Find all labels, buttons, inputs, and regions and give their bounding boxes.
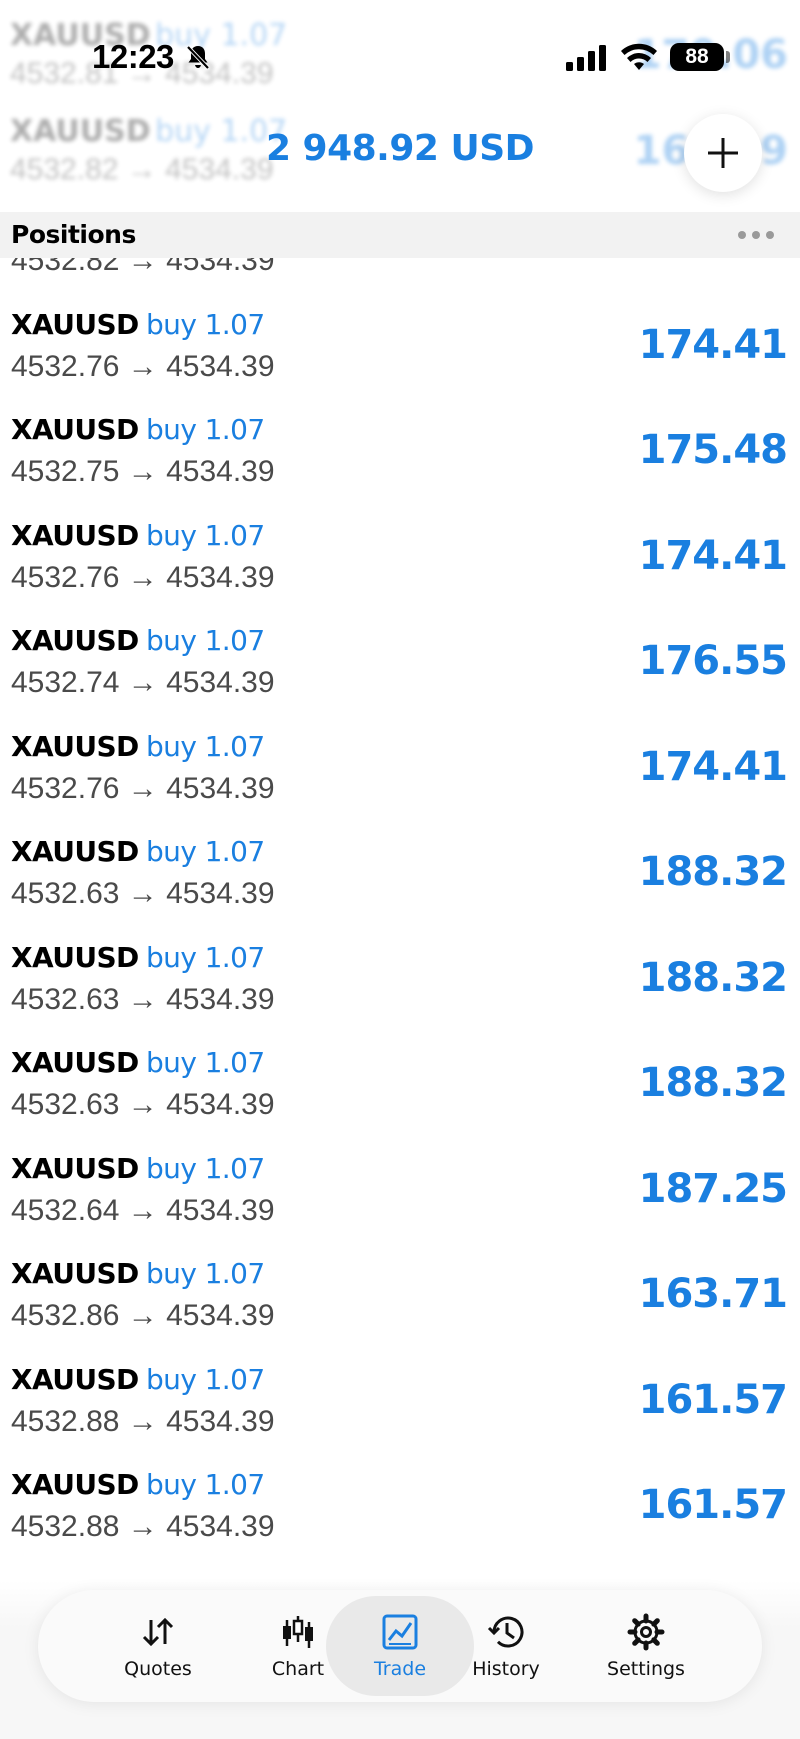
tab-quotes[interactable]: Quotes xyxy=(88,1590,228,1702)
candlestick-icon xyxy=(283,1616,313,1648)
position-symbol: XAUUSD xyxy=(11,413,139,446)
position-side-volume: buy 1.07 xyxy=(146,624,265,657)
position-prices: 4532.64 → 4534.39 xyxy=(11,1193,275,1227)
position-row[interactable]: XAUUSD buy 1.07 4532.86 → 4534.39 163.71 xyxy=(0,1249,800,1354)
position-row[interactable]: XAUUSD buy 1.07 4532.63 → 4534.39 188.32 xyxy=(0,1038,800,1143)
bell-muted-icon xyxy=(186,45,210,70)
more-options-icon[interactable] xyxy=(736,226,776,244)
position-prices: 4532.88 → 4534.39 xyxy=(11,1510,275,1543)
tab-settings[interactable]: Settings xyxy=(576,1590,716,1702)
position-profit: 163.71 xyxy=(638,1271,788,1317)
position-symbol: XAUUSD xyxy=(11,518,139,552)
position-profit: 161.57 xyxy=(638,1376,788,1423)
positions-section-header: Positions xyxy=(0,212,800,258)
section-title: Positions xyxy=(11,220,136,249)
position-profit: 188.32 xyxy=(638,954,788,1001)
status-bar: 12:23 88 xyxy=(0,0,800,112)
trade-chart-icon xyxy=(382,1614,418,1650)
position-row[interactable]: XAUUSD buy 1.07 4532.63 → 4534.39 188.32 xyxy=(0,827,800,932)
account-balance: 2 948.92 USD xyxy=(265,128,535,169)
position-side-volume: buy 1.07 xyxy=(146,940,265,974)
position-prices: 4532.88 → 4534.39 xyxy=(11,1404,275,1438)
position-side-volume: buy 1.07 xyxy=(146,1468,265,1501)
position-row[interactable]: XAUUSD buy 1.07 4532.76 → 4534.39 174.41 xyxy=(0,511,800,616)
bottom-tab-bar: Quotes Chart Trade History Settings xyxy=(38,1590,762,1702)
position-side-volume: buy 1.07 xyxy=(146,835,265,868)
position-row[interactable]: XAUUSD buy 1.07 4532.88 → 4534.39 161.57 xyxy=(0,1460,800,1565)
position-profit: 175.48 xyxy=(638,427,788,473)
quotes-arrows-icon xyxy=(142,1617,174,1647)
position-profit: 174.41 xyxy=(638,321,788,368)
position-prices: 4532.63 → 4534.39 xyxy=(11,982,275,1016)
position-prices: 4532.74 → 4534.39 xyxy=(11,666,275,699)
position-side-volume: buy 1.07 xyxy=(146,518,265,552)
position-symbol: XAUUSD xyxy=(11,729,139,763)
battery-tip xyxy=(726,51,730,63)
position-profit: 188.32 xyxy=(638,849,788,895)
position-symbol: XAUUSD xyxy=(11,1362,139,1396)
position-profit: 161.57 xyxy=(638,1482,788,1528)
position-row[interactable]: XAUUSD buy 1.07 4532.76 → 4534.39 174.41 xyxy=(0,300,800,405)
position-prices: 4532.63 → 4534.39 xyxy=(11,877,275,910)
history-clock-icon xyxy=(487,1616,524,1648)
tab-label: Quotes xyxy=(124,1658,192,1680)
new-order-button[interactable] xyxy=(684,114,762,192)
position-prices: 4532.63 → 4534.39 xyxy=(11,1088,275,1121)
battery-indicator: 88 xyxy=(670,43,724,71)
plus-icon xyxy=(708,138,738,168)
position-row[interactable]: XAUUSD buy 1.07 4532.64 → 4534.39 187.25 xyxy=(0,1144,800,1249)
position-side-volume: buy 1.07 xyxy=(146,1046,265,1079)
position-side-volume: buy 1.07 xyxy=(146,1362,265,1396)
tab-label: History xyxy=(472,1658,540,1680)
position-profit: 176.55 xyxy=(638,638,788,684)
positions-list[interactable]: XAUUSDbuy 1.074532.82 → 4534.39167.99XAU… xyxy=(0,230,800,1590)
position-symbol: XAUUSD xyxy=(11,1468,139,1501)
position-prices: 4532.76 → 4534.39 xyxy=(11,349,275,383)
position-row[interactable]: XAUUSD buy 1.07 4532.63 → 4534.39 188.32 xyxy=(0,933,800,1038)
position-prices: 4532.75 → 4534.39 xyxy=(11,455,275,488)
position-prices: 4532.86 → 4534.39 xyxy=(11,1299,275,1332)
position-symbol: XAUUSD xyxy=(11,940,139,974)
position-side-volume: buy 1.07 xyxy=(146,729,265,763)
position-row[interactable]: XAUUSD buy 1.07 4532.88 → 4534.39 161.57 xyxy=(0,1355,800,1460)
position-symbol: XAUUSD xyxy=(11,1257,139,1290)
cellular-signal-icon xyxy=(566,45,606,71)
position-side-volume: buy 1.07 xyxy=(146,307,265,341)
tab-label: Settings xyxy=(607,1658,685,1680)
position-profit: 187.25 xyxy=(638,1165,788,1212)
wifi-icon xyxy=(621,43,657,70)
gear-icon xyxy=(627,1613,665,1651)
status-time: 12:23 xyxy=(92,38,174,75)
position-prices: 4532.76 → 4534.39 xyxy=(11,771,275,805)
tab-history[interactable]: History xyxy=(436,1590,576,1702)
position-side-volume: buy 1.07 xyxy=(146,1257,265,1290)
position-symbol: XAUUSD xyxy=(11,1151,139,1185)
position-symbol: XAUUSD xyxy=(11,624,139,657)
position-profit: 174.41 xyxy=(638,532,788,579)
position-symbol: XAUUSD xyxy=(11,307,139,341)
position-row[interactable]: XAUUSD buy 1.07 4532.74 → 4534.39 176.55 xyxy=(0,616,800,721)
position-profit: 174.41 xyxy=(638,743,788,790)
position-side-volume: buy 1.07 xyxy=(146,413,265,446)
position-prices: 4532.76 → 4534.39 xyxy=(11,560,275,594)
position-side-volume: buy 1.07 xyxy=(146,1151,265,1185)
position-symbol: XAUUSD xyxy=(11,1046,139,1079)
position-row[interactable]: XAUUSD buy 1.07 4532.75 → 4534.39 175.48 xyxy=(0,405,800,510)
position-row[interactable]: XAUUSD buy 1.07 4532.76 → 4534.39 174.41 xyxy=(0,722,800,827)
position-symbol: XAUUSD xyxy=(11,835,139,868)
position-profit: 188.32 xyxy=(638,1060,788,1106)
